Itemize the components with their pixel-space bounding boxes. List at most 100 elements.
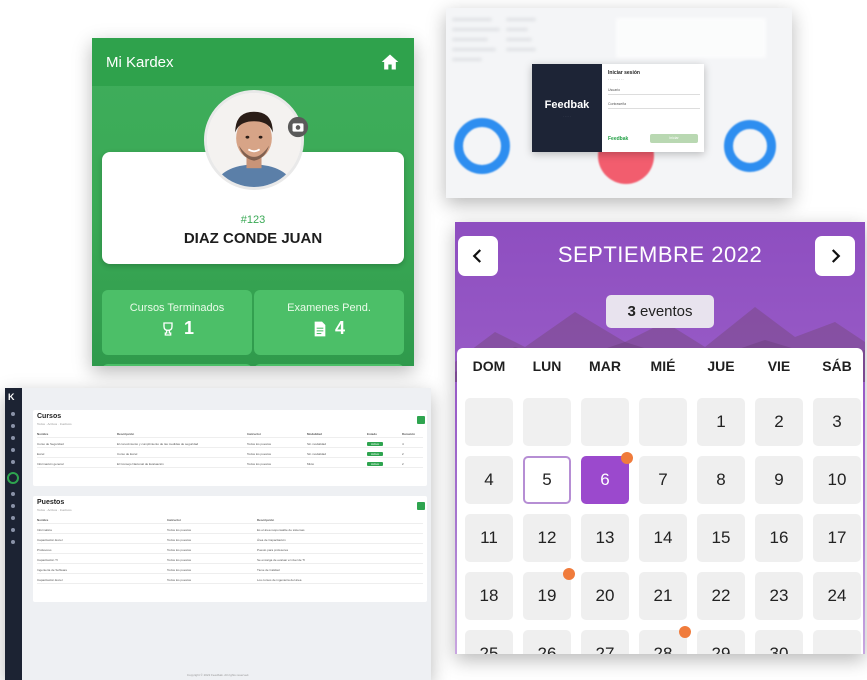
table-cell: Todos los puestos: [167, 578, 192, 582]
table-row[interactable]: Capacitación Excel Todos los puestos Los c…: [37, 576, 423, 584]
donut-chart-left: [454, 118, 510, 174]
calendar-day[interactable]: 9: [755, 456, 803, 504]
table-cell: Todos los puestos: [167, 558, 192, 562]
calendar-day[interactable]: 2: [755, 398, 803, 446]
sidebar-item[interactable]: [11, 412, 15, 416]
table-cell: Sin modalidad: [307, 442, 327, 446]
column-header[interactable]: Instructor: [167, 518, 181, 522]
calendar-day[interactable]: 23: [755, 572, 803, 620]
calendar-day[interactable]: 22: [697, 572, 745, 620]
event-dot: [621, 452, 633, 464]
calendar-day[interactable]: 26: [523, 630, 571, 654]
sidebar-item[interactable]: [11, 424, 15, 428]
positions-title: Puestos: [37, 499, 65, 506]
column-header[interactable]: Instructor: [247, 432, 261, 436]
feedbak-logo: Feedbak · · · · ·: [532, 64, 602, 152]
sidebar-item[interactable]: [11, 504, 15, 508]
courses-title: Cursos: [37, 413, 62, 420]
table-row[interactable]: Excel Curso de Excel Todos los puestos Sin …: [37, 450, 423, 458]
table-row[interactable]: Curso de Seguridad El conocimiento y cump…: [37, 440, 423, 448]
table-cell: Todos los puestos: [167, 528, 192, 532]
weekday-header: DOM LUN MAR MIÉ JUE VIE SÁB: [457, 358, 863, 382]
calendar-day[interactable]: 10: [813, 456, 861, 504]
sidebar-item[interactable]: [11, 540, 15, 544]
password-input[interactable]: [608, 108, 700, 109]
calendar-day[interactable]: 14: [639, 514, 687, 562]
calendar-day[interactable]: 7: [639, 456, 687, 504]
column-header[interactable]: Nombre: [37, 518, 48, 522]
calendar-day[interactable]: 20: [581, 572, 629, 620]
weekday-label: SÁB: [822, 358, 852, 374]
table-cell: El conocimiento y cumplimiento de las me…: [117, 442, 199, 446]
sidebar-item[interactable]: [11, 436, 15, 440]
kardex-panel: Mi Kardex #123 DIAZ CONDE JUAN Cursos Te…: [92, 38, 414, 366]
table-cell: Todos los puestos: [167, 568, 192, 572]
courses-tabs[interactable]: Todos · Activos · Inactivos: [37, 422, 72, 426]
sidebar-item[interactable]: [11, 516, 15, 520]
camera-icon[interactable]: [287, 116, 309, 138]
calendar-day[interactable]: 11: [465, 514, 513, 562]
calendar-day[interactable]: 12: [523, 514, 571, 562]
avatar: [204, 90, 304, 190]
table-cell: Se encarga de evaluar el nivel de TI: [257, 558, 305, 562]
home-icon[interactable]: [380, 52, 400, 72]
tile-value: 1: [183, 318, 194, 338]
calendar-day[interactable]: 21: [639, 572, 687, 620]
calendar-day[interactable]: 8: [697, 456, 745, 504]
weekday-label: MAR: [589, 358, 621, 374]
table-row[interactable]: Ingeniería de Software Todos los puestos T…: [37, 566, 423, 574]
positions-tabs[interactable]: Todos · Activos · Inactivos: [37, 508, 72, 512]
table-row[interactable]: Capacitación TI Todos los puestos Se encar…: [37, 556, 423, 564]
sidebar-item[interactable]: [11, 460, 15, 464]
sidebar-item[interactable]: [11, 528, 15, 532]
add-position-button[interactable]: [417, 502, 425, 510]
column-header[interactable]: Descripción: [117, 432, 134, 436]
calendar-day[interactable]: 5: [523, 456, 571, 504]
feedback-login-panel: Feedbak · · · · · Iniciar sesión - - - -…: [446, 8, 792, 198]
table-cell: 2: [402, 462, 404, 466]
calendar-day[interactable]: 30: [755, 630, 803, 654]
completed-courses-tile[interactable]: Cursos Terminados 1: [102, 290, 252, 355]
column-header[interactable]: Nombre: [37, 432, 48, 436]
table-row[interactable]: Capacitación Excel Todos los puestos Área …: [37, 536, 423, 544]
calendar-day[interactable]: 3: [813, 398, 861, 446]
login-modal: Feedbak · · · · · Iniciar sesión - - - -…: [532, 64, 704, 152]
calendar-day[interactable]: 29: [697, 630, 745, 654]
user-input[interactable]: [608, 94, 700, 95]
column-header[interactable]: Modalidad: [307, 432, 322, 436]
calendar-day[interactable]: 24: [813, 572, 861, 620]
calendar-day[interactable]: 19: [523, 572, 571, 620]
sidebar-item[interactable]: [11, 448, 15, 452]
table-cell: Todos los puestos: [247, 452, 272, 456]
calendar-day[interactable]: 15: [697, 514, 745, 562]
table-cell: 2: [402, 452, 404, 456]
weekday-label: LUN: [532, 358, 562, 374]
table-cell: Todos los puestos: [167, 548, 192, 552]
events-label: eventos: [639, 303, 693, 320]
calendar-day[interactable]: 13: [581, 514, 629, 562]
calendar-day[interactable]: 25: [465, 630, 513, 654]
table-row[interactable]: Profesores Todos los puestos Puesto para p…: [37, 546, 423, 554]
calendar-day[interactable]: 6: [581, 456, 629, 504]
table-row[interactable]: Informática Todos los puestos Es el área r…: [37, 526, 423, 534]
calendar-day[interactable]: 27: [581, 630, 629, 654]
calendar-day[interactable]: 4: [465, 456, 513, 504]
column-header[interactable]: Estado: [367, 432, 377, 436]
column-header[interactable]: Descripción: [257, 518, 274, 522]
next-month-button[interactable]: [815, 236, 855, 276]
table-cell: Curso de Excel: [117, 452, 138, 456]
calendar-day[interactable]: 18: [465, 572, 513, 620]
sidebar-item[interactable]: [11, 492, 15, 496]
table-cell: Área de Capacitación: [257, 538, 286, 542]
calendar-day[interactable]: 1: [697, 398, 745, 446]
column-header[interactable]: Duración: [402, 432, 415, 436]
login-button[interactable]: Iniciar: [650, 134, 698, 143]
calendar-day[interactable]: 17: [813, 514, 861, 562]
calendar-day[interactable]: 16: [755, 514, 803, 562]
add-course-button[interactable]: [417, 416, 425, 424]
document-icon: [314, 321, 326, 336]
tile-label: Cursos Terminados: [129, 302, 225, 314]
pending-exams-tile[interactable]: Examenes Pend. 4: [254, 290, 404, 355]
table-row[interactable]: Información general El Consejo Nacional d…: [37, 460, 423, 468]
sidebar-item-active[interactable]: [7, 472, 19, 484]
